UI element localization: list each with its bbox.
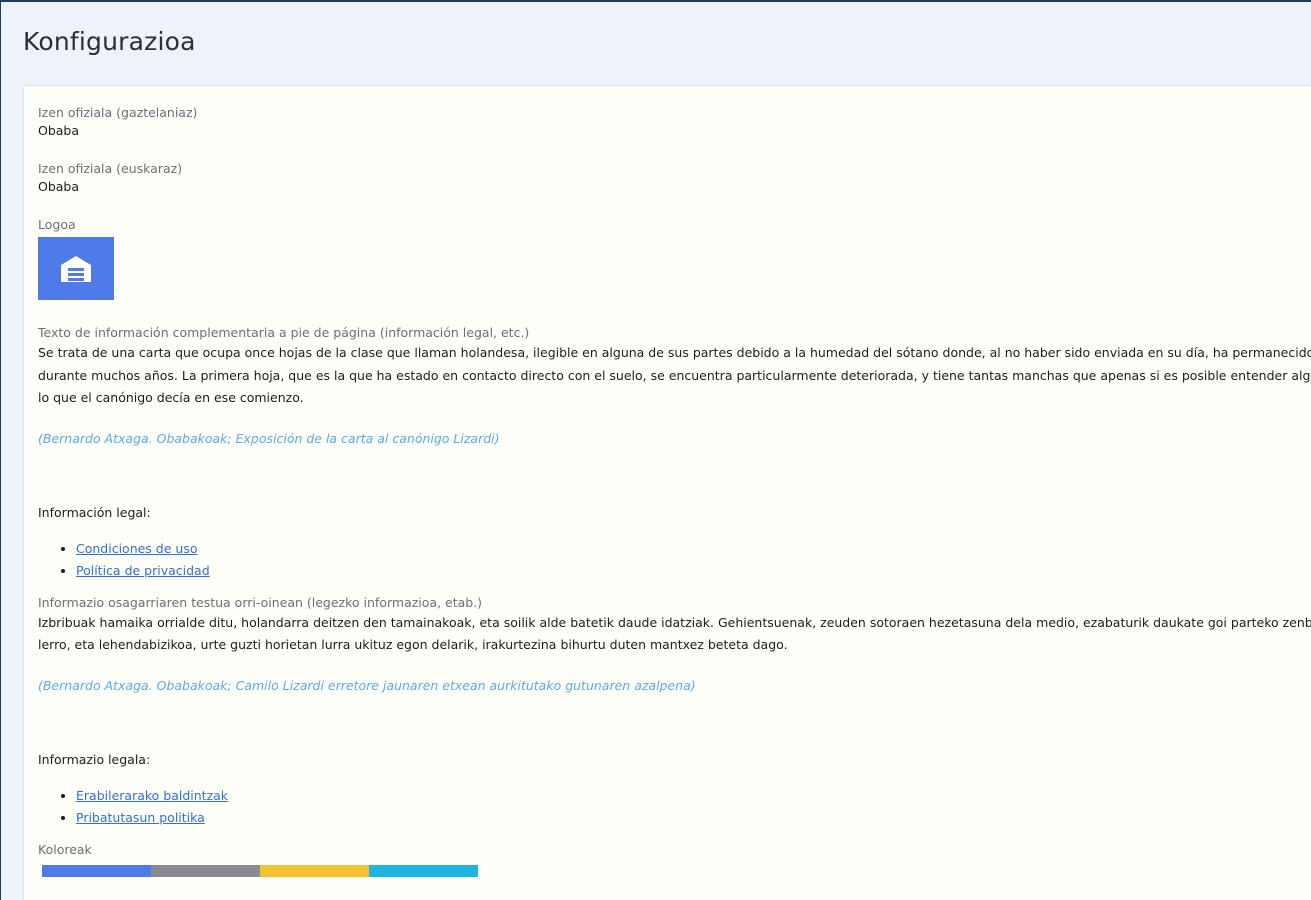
- privacy-policy-link-eu[interactable]: Pribatutasun politika: [76, 810, 205, 825]
- field-label: Koloreak: [38, 841, 92, 857]
- footer-text-es-section: Texto de información complementaria a pi…: [38, 324, 1311, 582]
- footer-text-es: Se trata de una carta que ocupa once hoj…: [38, 345, 1311, 405]
- field-label: Izen ofiziala (gaztelaniaz): [38, 105, 198, 120]
- list-item: Pribatutasun politika: [76, 807, 1311, 829]
- color-swatches: [42, 864, 1311, 877]
- building-garage-icon: [61, 256, 91, 282]
- footer-quote-es: (Bernardo Atxaga. Obabakoak; Exposición …: [38, 430, 500, 446]
- list-item: Erabilerarako baldintzak: [76, 785, 1311, 807]
- field-value: Obaba: [38, 179, 80, 194]
- field-logo: Logoa: [38, 216, 1311, 300]
- legal-title-eu: Informazio legala:: [38, 751, 151, 767]
- field-name-es: Izen ofiziala (gaztelaniaz) Obaba: [38, 104, 1311, 140]
- color-swatch-accent: [260, 864, 369, 877]
- color-swatch-primary: [42, 864, 151, 877]
- logo-image: [38, 237, 114, 300]
- legal-title-es: Información legal:: [38, 504, 151, 520]
- footer-text-eu-section: Informazio osagarriaren testua orri-oine…: [38, 594, 1311, 829]
- terms-of-use-link[interactable]: Condiciones de uso: [76, 541, 197, 556]
- field-label: Izen ofiziala (euskaraz): [38, 161, 183, 176]
- terms-of-use-link-eu[interactable]: Erabilerarako baldintzak: [76, 788, 228, 803]
- legal-links-eu: Erabilerarako baldintzak Pribatutasun po…: [38, 785, 1311, 829]
- legal-links-es: Condiciones de uso Política de privacida…: [38, 538, 1311, 582]
- list-item: Condiciones de uso: [76, 538, 1311, 560]
- field-label: Texto de información complementaria a pi…: [38, 325, 530, 340]
- field-label: Informazio osagarriaren testua orri-oine…: [38, 594, 483, 610]
- field-name-eu: Izen ofiziala (euskaraz) Obaba: [38, 160, 1311, 196]
- footer-text-eu: Izbribuak hamaika orrialde ditu, holanda…: [38, 614, 1311, 653]
- color-swatch-secondary: [151, 864, 260, 877]
- field-label: Logoa: [38, 217, 76, 232]
- privacy-policy-link[interactable]: Política de privacidad: [76, 563, 210, 578]
- list-item: Política de privacidad: [76, 560, 1311, 582]
- app-frame: Konfigurazioa Izen ofiziala (gaztelaniaz…: [0, 0, 1311, 900]
- field-value: Obaba: [38, 123, 80, 138]
- config-content: Izen ofiziala (gaztelaniaz) Obaba Izen o…: [38, 104, 1311, 877]
- color-swatch-info: [369, 864, 478, 877]
- config-card: Izen ofiziala (gaztelaniaz) Obaba Izen o…: [23, 85, 1311, 900]
- page-title: Konfigurazioa: [23, 27, 196, 56]
- field-colors: Koloreak: [38, 841, 1311, 877]
- footer-quote-eu: (Bernardo Atxaga. Obabakoak; Camilo Liza…: [38, 677, 696, 693]
